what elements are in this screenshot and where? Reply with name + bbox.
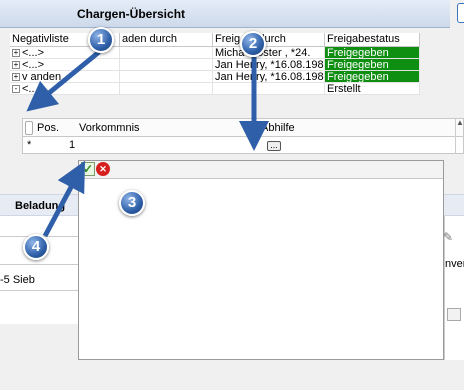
vorkommnis-subgrid: Pos. Vorkommnis Abhilfe * 1 ... [22,118,464,154]
mini-button[interactable] [447,308,461,321]
column-header-beladen-durch[interactable]: aden durch [120,33,213,46]
pos-cell[interactable]: 1 [69,139,75,151]
subgrid-header: Pos. Vorkommnis Abhilfe [23,119,463,137]
collapse-icon[interactable]: - [12,85,20,94]
row-beladen-durch [120,47,213,58]
row-beladen-durch [120,83,213,94]
grid-header: Negativliste aden durch Freig en durch F… [10,33,420,47]
status-badge: Erstellt [325,83,420,94]
confirm-check-icon[interactable]: ✓ [81,162,95,176]
divider [0,290,78,291]
row-freigegeben-durch [213,83,325,94]
left-area-text: -5 Sieb [0,274,35,286]
new-row-indicator: * [27,139,32,151]
row-freigegeben-durch: Jan Henry, *16.08.1987 [215,71,325,82]
left-area: -5 Sieb [0,216,78,324]
right-panel-text: nver [445,258,464,270]
section-label: Beladung [15,200,66,212]
subgrid-new-row[interactable]: * 1 [23,138,463,152]
row-negativliste: <...> [22,59,45,70]
row-beladen-durch [120,71,213,82]
table-row[interactable]: + <...> Micha Kloster , *24. Freigegeben [10,47,420,59]
row-freigegeben-durch: Jan Henry, *16.08.1987 [215,59,325,70]
row-negativliste: <...> [22,47,45,58]
divider [0,264,78,265]
bottom-strip [0,360,464,390]
table-row[interactable]: + v anden Jan Henry, *16.08.1987 Freigege… [10,71,420,83]
row-negativliste: <...> [22,83,45,94]
expand-icon[interactable]: + [12,73,20,82]
right-panel: ✎ nver [443,216,464,366]
status-badge: Freigegeben [325,59,420,70]
row-negativliste: v anden [22,71,62,82]
callout-marker-1: 1 [88,27,114,53]
table-row[interactable]: - <...> Erstellt [10,83,420,95]
edit-icon[interactable]: ✎ [443,230,453,244]
scrollbar[interactable]: ▲ [455,118,464,154]
column-header-freigegeben-durch[interactable]: Freig en durch [213,33,325,46]
status-badge: Freigegeben [325,71,420,82]
chargen-grid: Negativliste aden durch Freig en durch F… [10,33,420,95]
row-beladen-durch [120,59,213,70]
ellipsis-button[interactable]: ... [267,141,281,151]
column-header-freigabestatus[interactable]: Freigabestatus [325,33,420,46]
callout-marker-3: 3 [119,190,145,216]
row-freigegeben-durch: Micha Kloster , *24. [213,47,325,58]
corner-button[interactable] [457,3,464,23]
column-header-abhilfe[interactable]: Abhilfe [261,122,295,134]
column-header-pos[interactable]: Pos. [37,122,59,134]
expand-icon[interactable]: + [12,61,20,70]
callout-marker-4: 4 [23,234,49,260]
popup-toolbar: ✓ ✕ [79,161,443,179]
title-bar: Chargen-Übersicht [0,0,464,28]
select-all-box[interactable] [25,121,33,135]
window-title: Chargen-Übersicht [77,7,186,21]
status-badge: Freigegeben [325,47,420,58]
callout-marker-2: 2 [240,31,266,57]
screen: Chargen-Übersicht Negativliste aden durc… [0,0,464,390]
table-row[interactable]: + <...> Jan Henry, *16.08.1987 Freigegebe… [10,59,420,71]
column-header-vorkommnis[interactable]: Vorkommnis [79,122,140,134]
expand-icon[interactable]: + [12,49,20,58]
cancel-x-icon[interactable]: ✕ [96,162,110,176]
